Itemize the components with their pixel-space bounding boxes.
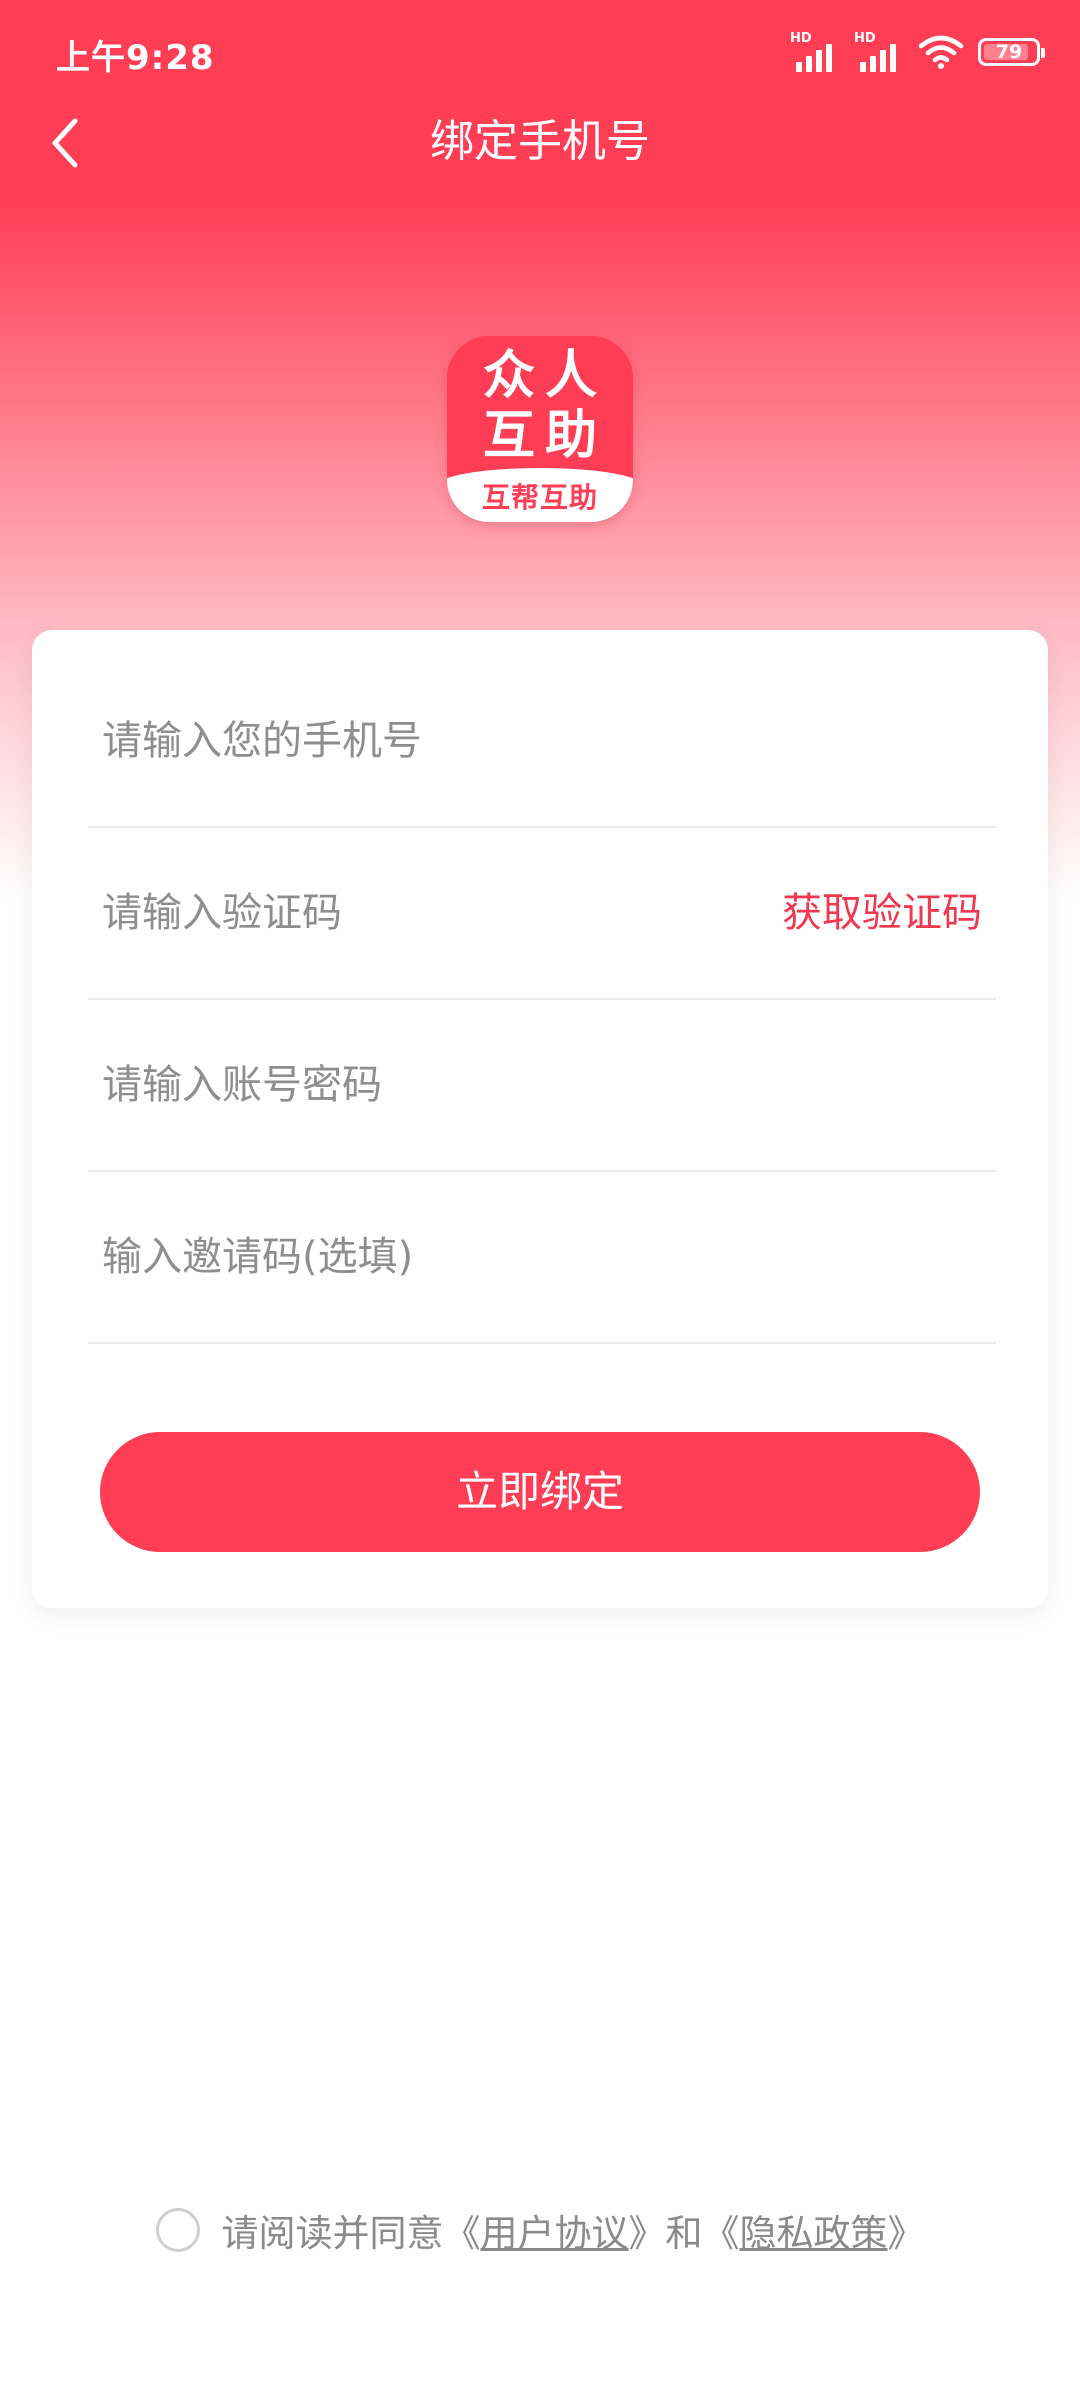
get-code-button[interactable]: 获取验证码 — [782, 828, 982, 998]
invite-field-row — [88, 1172, 996, 1344]
privacy-policy-link[interactable]: 隐私政策 — [740, 2203, 888, 2257]
phone-field-row — [88, 656, 996, 828]
agreement-bracket-close: 》 — [628, 2212, 666, 2255]
agreement-row: 请阅读并同意 《 用户协议 》 和 《 隐私政策 》 — [0, 2200, 1080, 2260]
battery-icon: 79 — [978, 38, 1045, 66]
battery-level: 79 — [995, 40, 1023, 63]
wifi-icon — [918, 35, 964, 69]
code-field-row: 获取验证码 — [88, 828, 996, 1000]
status-time: 上午9:28 — [56, 38, 215, 78]
user-agreement-link[interactable]: 用户协议 — [481, 2203, 629, 2257]
logo-line-2: 互助 — [482, 406, 607, 466]
signal-icon: HD — [790, 32, 840, 72]
invite-code-input[interactable] — [102, 1172, 802, 1342]
signal-icon: HD — [854, 32, 904, 72]
bind-now-button[interactable]: 立即绑定 — [100, 1432, 980, 1552]
logo-band-text: 互帮互助 — [481, 481, 598, 514]
agree-checkbox[interactable] — [155, 2208, 200, 2252]
nav-bar: 绑定手机号 — [0, 100, 1080, 184]
status-icons: HD HD 79 — [790, 30, 1045, 74]
app-logo: 众人 互助 互帮互助 — [447, 336, 633, 522]
status-bar: 上午9:28 HD HD 79 — [0, 0, 1080, 100]
page-title: 绑定手机号 — [430, 116, 650, 167]
agreement-bracket-open: 《 — [443, 2212, 481, 2255]
bind-phone-form-card: 获取验证码 立即绑定 — [32, 630, 1048, 1608]
agreement-prefix: 请阅读并同意 — [221, 2212, 444, 2255]
logo-line-1: 众人 — [482, 346, 607, 406]
phone-input[interactable] — [102, 656, 802, 826]
password-input[interactable] — [102, 1000, 802, 1170]
password-field-row — [88, 1000, 996, 1172]
verification-code-input[interactable] — [102, 828, 662, 998]
agreement-conjunction: 和 — [665, 2212, 703, 2255]
agreement-bracket-close: 》 — [887, 2212, 925, 2255]
agreement-bracket-open: 《 — [702, 2212, 740, 2255]
